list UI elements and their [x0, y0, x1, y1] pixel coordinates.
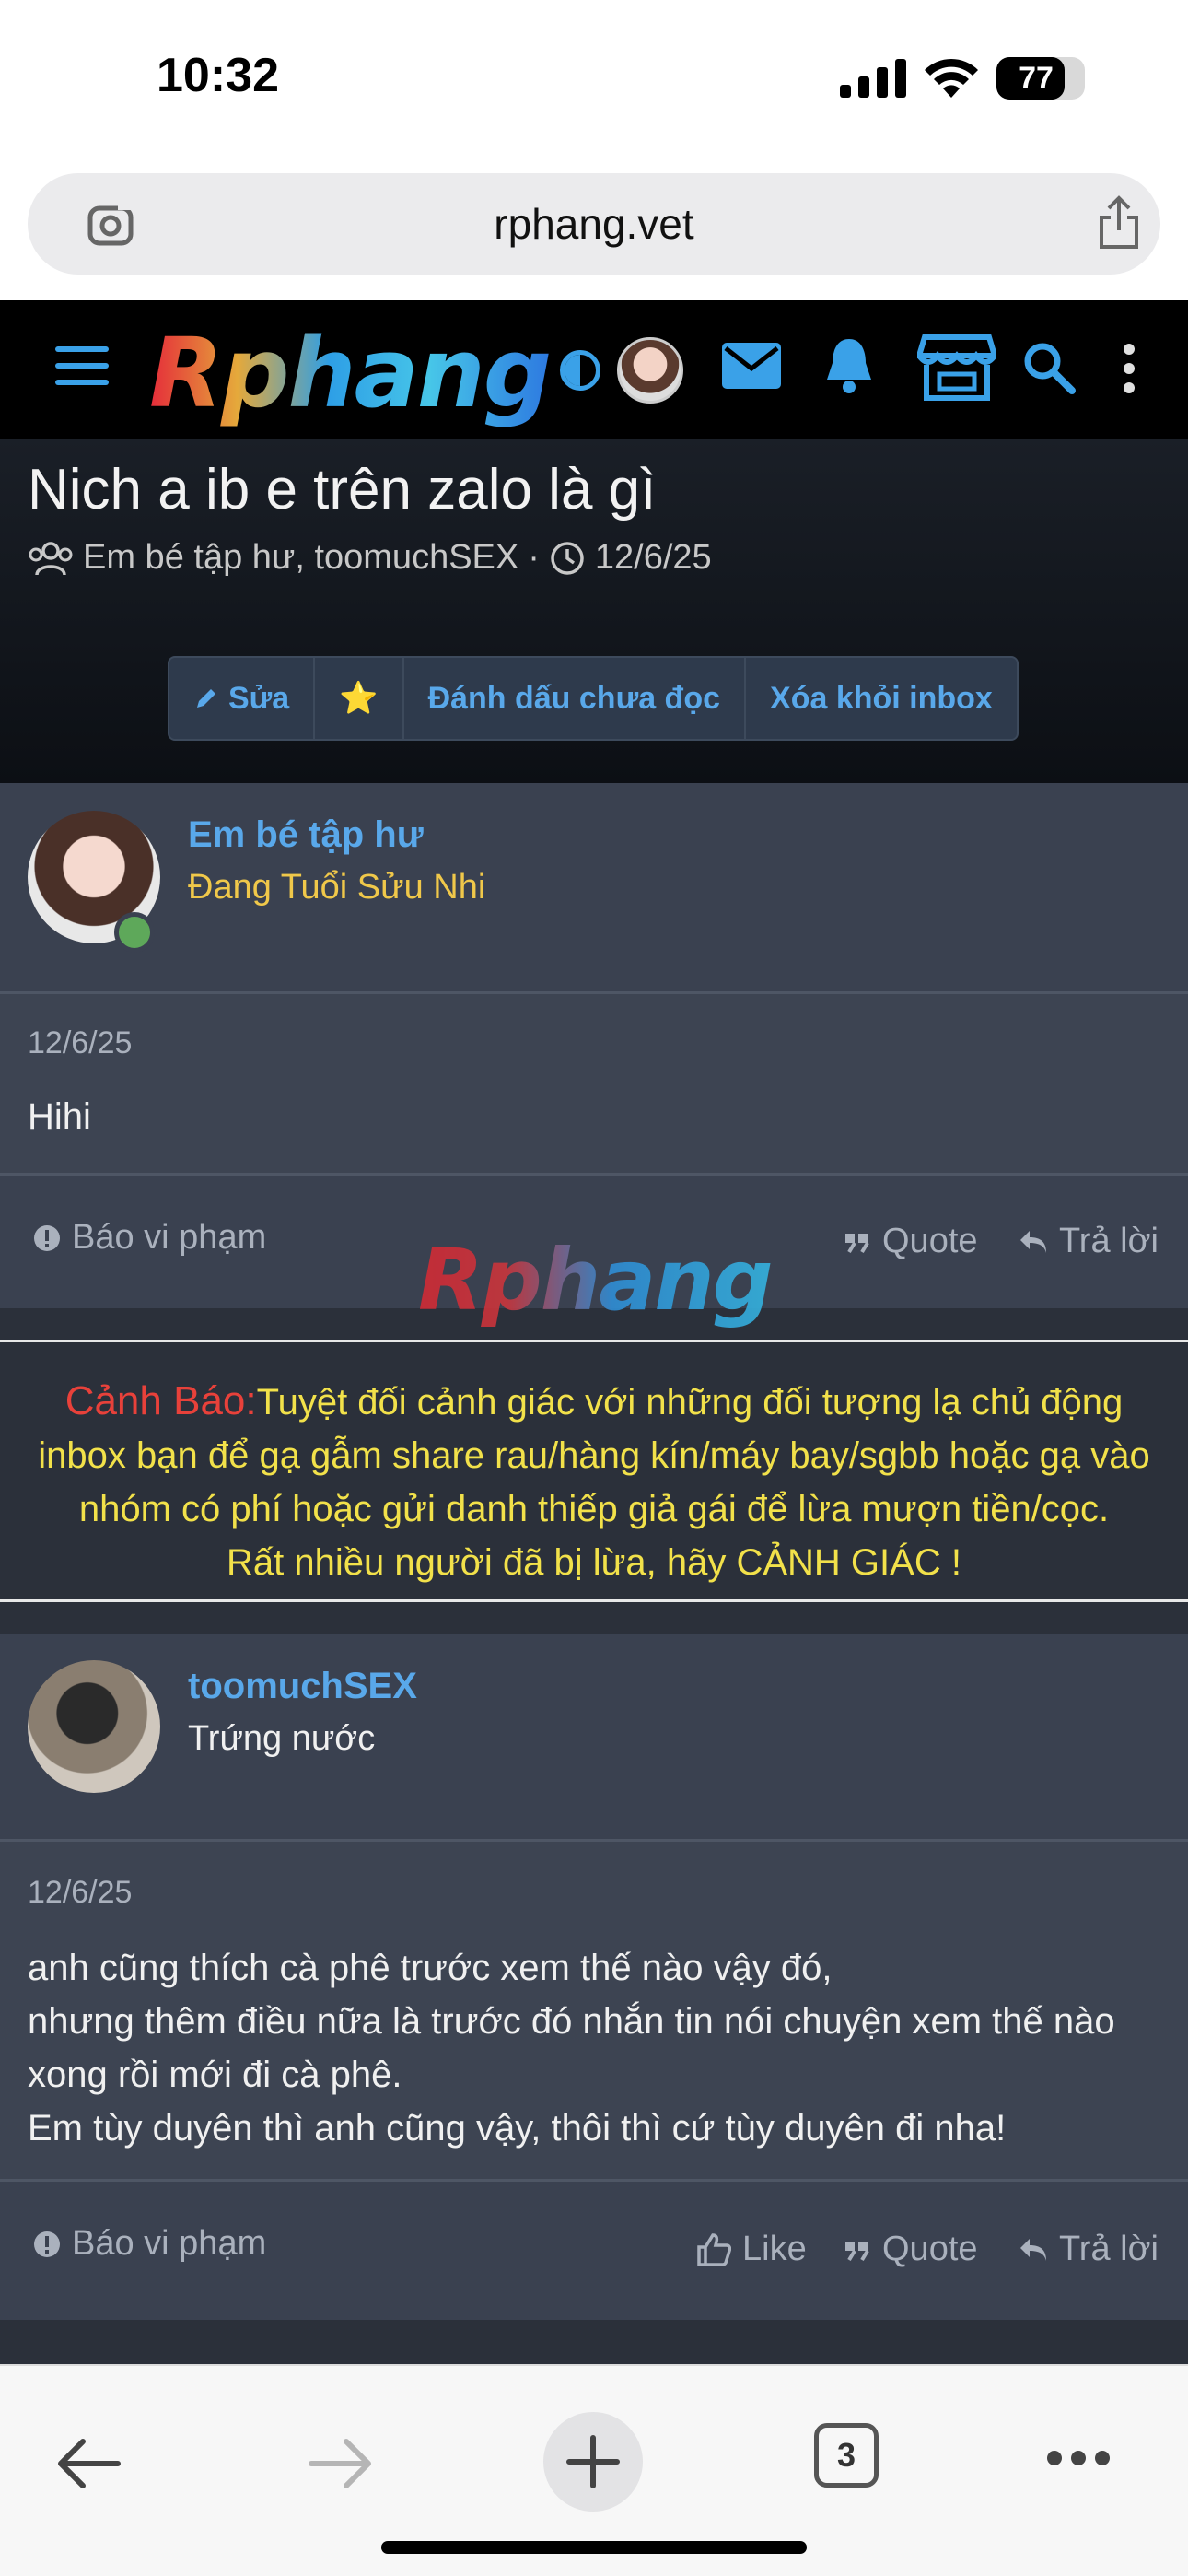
scam-warning: Cảnh Báo:Tuyệt đối cảnh giác với những đ… — [0, 1308, 1188, 1634]
quote-button[interactable]: Quote — [844, 2230, 978, 2269]
url-text[interactable]: rphang.vet — [28, 173, 1160, 275]
site-header: Rphang — [0, 300, 1188, 439]
reply-icon — [1020, 2238, 1046, 2261]
user-avatar[interactable] — [617, 337, 683, 404]
post-author-panel: toomuchSEX Trứng nước — [0, 1634, 1188, 1839]
report-label: Báo vi phạm — [72, 2224, 267, 2263]
search-icon[interactable] — [1022, 341, 1076, 394]
post-date[interactable]: 12/6/25 — [28, 1875, 132, 1911]
battery-percent: 77 — [1019, 61, 1054, 96]
warning-line-4: Rất nhiều người đã bị lừa, hãy CẢNH GIÁC… — [227, 1542, 961, 1583]
battery-tip — [1079, 70, 1085, 87]
mail-icon[interactable] — [722, 343, 781, 389]
post-text-line: anh cũng thích cà phê trước xem thế nào … — [28, 1948, 833, 1988]
status-time: 10:32 — [157, 49, 279, 102]
post-text: anh cũng thích cà phê trước xem thế nào … — [28, 1941, 1115, 2155]
theme-toggle-icon[interactable] — [560, 350, 600, 391]
thread-date: 12/6/25 — [594, 538, 712, 577]
star-icon: ⭐ — [339, 681, 379, 716]
post-actions: Báo vi phạm Like Quote Trả lời — [0, 2182, 1188, 2320]
star-button[interactable]: ⭐ — [315, 658, 404, 739]
site-logo[interactable]: Rphang — [149, 317, 552, 429]
warning-text: Cảnh Báo:Tuyệt đối cảnh giác với những đ… — [0, 1375, 1188, 1589]
share-icon[interactable] — [1096, 195, 1142, 251]
reply-label: Trả lời — [1059, 2230, 1159, 2268]
warning-top-line — [0, 1340, 1188, 1342]
warning-label: Cảnh Báo: — [64, 1378, 257, 1423]
post-date[interactable]: 12/6/25 — [28, 1025, 132, 1061]
reply-button[interactable]: Trả lời — [1019, 2230, 1159, 2269]
warning-circle-icon — [34, 1224, 60, 1251]
home-indicator — [381, 2541, 807, 2554]
warning-bottom-line — [0, 1599, 1188, 1602]
post-author-panel: Em bé tập hư Đang Tuổi Sửu Nhi — [0, 783, 1188, 991]
thread-title: Nich a ib e trên zalo là gì — [28, 458, 657, 521]
clock-icon — [551, 541, 584, 575]
like-label: Like — [742, 2230, 807, 2268]
author-username[interactable]: Em bé tập hư — [188, 814, 424, 856]
quote-icon — [845, 1233, 869, 1253]
watermark-logo: Rphang — [418, 1231, 774, 1329]
author-avatar[interactable] — [28, 1660, 160, 1793]
edit-button[interactable]: Sửa — [169, 658, 316, 739]
warning-circle-icon — [34, 2231, 60, 2257]
online-status-icon — [114, 912, 155, 953]
more-menu-icon[interactable] — [1046, 2449, 1111, 2467]
forward-arrow-icon[interactable] — [308, 2436, 376, 2491]
post-text-line: Em tùy duyên thì anh cũng vậy, thôi thì … — [28, 2108, 1007, 2149]
report-label: Báo vi phạm — [72, 1218, 267, 1257]
reply-button[interactable]: Trả lời — [1019, 1222, 1159, 1261]
author-username[interactable]: toomuchSEX — [188, 1666, 417, 1707]
thread-actions: Sửa ⭐ Đánh dấu chưa đọc Xóa khỏi inbox — [168, 656, 1019, 741]
author-title: Trứng nước — [188, 1719, 376, 1758]
more-options-icon[interactable] — [1120, 343, 1138, 394]
post-text: Hihi — [28, 1096, 91, 1137]
plus-icon — [566, 2435, 620, 2488]
post-text-line: nhưng thêm điều nữa là trước đó nhắn tin… — [28, 2001, 1115, 2042]
reply-label: Trả lời — [1059, 1222, 1159, 1260]
quote-label: Quote — [882, 1222, 978, 1260]
reply-icon — [1020, 1230, 1046, 1253]
quote-label: Quote — [882, 2230, 978, 2268]
back-arrow-icon[interactable] — [53, 2436, 122, 2491]
participants-icon — [29, 541, 73, 576]
address-bar[interactable]: rphang.vet — [28, 173, 1160, 275]
post-body: 12/6/25 Hihi — [0, 994, 1188, 1173]
warning-line-3: nhóm có phí hoặc gửi danh thiếp giả gái … — [78, 1489, 1110, 1529]
bell-icon[interactable] — [823, 335, 875, 394]
author-title: Đang Tuổi Sửu Nhi — [188, 868, 486, 907]
pencil-icon — [197, 689, 215, 708]
store-icon[interactable] — [917, 334, 996, 402]
thread-meta: Em bé tập hư, toomuchSEX · 12/6/25 — [28, 538, 712, 578]
quote-button[interactable]: Quote — [844, 1222, 978, 1261]
like-button[interactable]: Like — [696, 2230, 807, 2269]
report-button[interactable]: Báo vi phạm — [33, 1218, 266, 1258]
report-button[interactable]: Báo vi phạm — [33, 2224, 266, 2264]
warning-line-1: Tuyệt đối cảnh giác với những đối tượng … — [256, 1382, 1124, 1423]
thread-participants[interactable]: Em bé tập hư, toomuchSEX — [83, 538, 518, 578]
new-tab-button[interactable] — [543, 2412, 643, 2512]
status-bar: 10:32 77 — [0, 0, 1188, 158]
thread-header: Nich a ib e trên zalo là gì Em bé tập hư… — [0, 439, 1188, 783]
cellular-signal-icon — [840, 59, 906, 98]
menu-icon[interactable] — [55, 346, 109, 389]
thumbs-up-icon — [697, 2232, 731, 2266]
mark-unread-button[interactable]: Đánh dấu chưa đọc — [404, 658, 747, 739]
wifi-icon — [925, 58, 978, 98]
post-body: 12/6/25 anh cũng thích cà phê trước xem … — [0, 1842, 1188, 2179]
quote-icon — [845, 2241, 869, 2261]
remove-from-inbox-button[interactable]: Xóa khỏi inbox — [746, 658, 1017, 739]
page-background — [0, 2320, 1188, 2364]
meta-separator: · — [528, 538, 540, 577]
edit-label: Sửa — [228, 681, 290, 716]
post-text-line: xong rồi mới đi cà phê. — [28, 2055, 402, 2095]
battery-icon: 77 — [996, 57, 1085, 100]
tabs-button[interactable]: 3 — [814, 2423, 879, 2488]
warning-line-2: inbox bạn để gạ gẫm share rau/hàng kín/m… — [38, 1435, 1150, 1476]
